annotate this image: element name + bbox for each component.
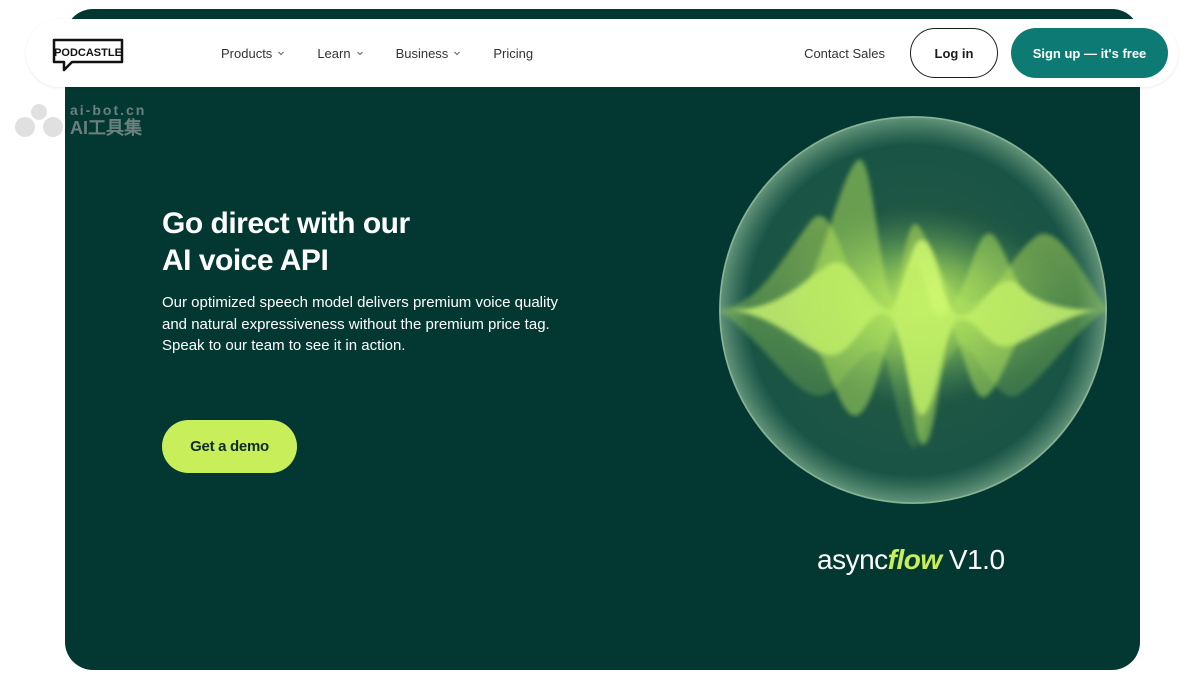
nav-item-label: Learn	[317, 45, 351, 61]
logo-text: PODCASTLE	[54, 47, 122, 59]
podcastle-logo[interactable]: PODCASTLE	[52, 38, 124, 72]
nav-item-pricing[interactable]: Pricing	[493, 46, 533, 61]
nav-item-products[interactable]: Products	[221, 46, 285, 61]
contact-sales-link[interactable]: Contact Sales	[804, 46, 885, 61]
hero-headline: Go direct with our AI voice API	[162, 205, 542, 279]
watermark: ai-bot.cn AI工具集	[14, 103, 146, 137]
nav-item-label: Business	[395, 45, 449, 61]
headline-line-2: AI voice API	[162, 244, 329, 277]
chevron-down-icon	[356, 51, 363, 56]
login-button[interactable]: Log in	[910, 28, 998, 78]
top-navbar: PODCASTLE Products Learn Business Pricin…	[26, 19, 1178, 87]
watermark-title: AI工具集	[70, 118, 142, 138]
main-nav: Products Learn Business Pricing	[221, 19, 565, 87]
nav-item-label: Pricing	[493, 45, 534, 61]
hero-description: Our optimized speech model delivers prem…	[162, 294, 559, 354]
watermark-logo-icon	[15, 104, 63, 137]
nav-item-learn[interactable]: Learn	[317, 46, 363, 61]
model-version-label: asyncflow V1.0	[817, 544, 1005, 576]
nav-item-label: Products	[221, 45, 273, 61]
signup-button[interactable]: Sign up — it's free	[1011, 28, 1168, 78]
nav-item-business[interactable]: Business	[396, 46, 462, 61]
version-suffix: V1.0	[941, 544, 1005, 575]
headline-line-1: Go direct with our	[162, 207, 410, 240]
version-accent: flow	[887, 544, 943, 575]
chevron-down-icon	[278, 51, 285, 56]
voice-waveform-orb	[719, 116, 1107, 504]
get-demo-button[interactable]: Get a demo	[162, 420, 297, 473]
watermark-domain: ai-bot.cn	[70, 102, 147, 118]
chevron-down-icon	[454, 51, 461, 56]
version-prefix: async	[817, 544, 888, 575]
page: asyncflow V1.0 Go direct with our AI voi…	[0, 0, 1200, 675]
nav-actions: Contact Sales Log in Sign up — it's free	[804, 19, 1168, 87]
